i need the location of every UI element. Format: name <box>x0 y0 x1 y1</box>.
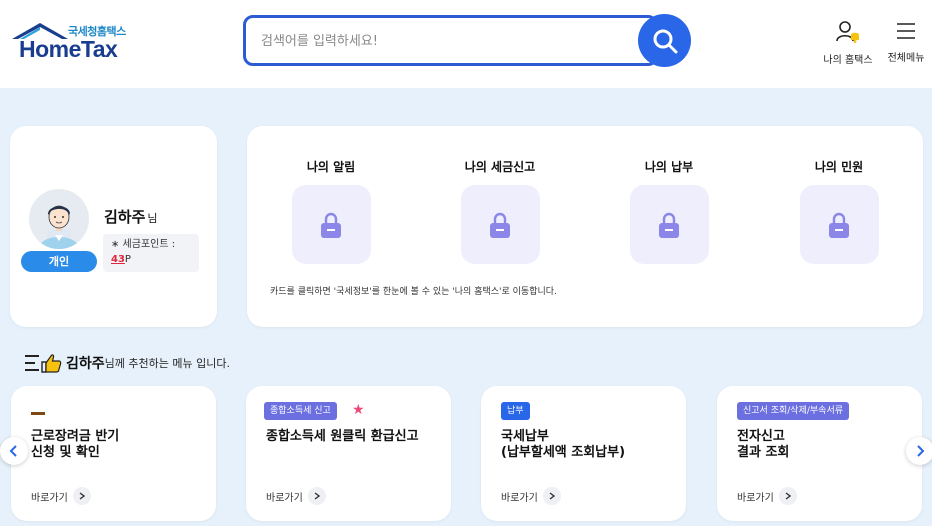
search-button[interactable] <box>638 14 691 67</box>
recommend-card-2[interactable]: 종합소득세 신고 ★ 종합소득세 원클릭 환급신고 바로가기 <box>246 386 451 521</box>
user-avatar-icon <box>39 205 79 249</box>
lock-icon <box>829 212 849 238</box>
recommend-card-tag: 신고서 조회/삭제/부속서류 <box>737 402 850 420</box>
tax-points-value[interactable]: 43 <box>111 254 125 265</box>
search-input[interactable] <box>261 31 631 51</box>
all-menu-button[interactable]: 전체메뉴 <box>884 20 928 64</box>
logo-title: HomeTax <box>19 36 118 62</box>
recommend-title-text: 님께 추천하는 메뉴 입니다. <box>104 357 230 370</box>
my-hometax-button[interactable]: 나의 홈택스 <box>820 20 876 66</box>
tax-points-label: ∗ 세금포인트 : <box>111 239 176 250</box>
recommend-card-4[interactable]: 신고서 조회/삭제/부속서류 전자신고 결과 조회 바로가기 <box>717 386 922 521</box>
thumbs-up-list-icon <box>25 354 62 373</box>
my-tax-filing-title: 나의 세금신고 <box>464 160 536 174</box>
recommend-card-1[interactable]: 근로장려금 반기 신청 및 확인 바로가기 <box>11 386 216 521</box>
my-cards-note: 카드를 클릭하면 '국세정보'를 한눈에 볼 수 있는 '나의 홈택스'로 이동… <box>270 287 557 297</box>
go-button[interactable]: 바로가기 <box>501 487 561 505</box>
chevron-right-icon <box>542 487 561 505</box>
lock-icon <box>321 212 341 238</box>
my-payment-title: 나의 납부 <box>644 160 694 174</box>
go-button[interactable]: 바로가기 <box>31 487 91 505</box>
user-name-suffix: 님 <box>147 212 158 225</box>
user-name-text: 김하주 <box>104 208 146 226</box>
card-accent-bar <box>31 412 45 415</box>
recommend-title: 김하주 님께 추천하는 메뉴 입니다. <box>24 352 230 374</box>
chevron-right-icon <box>917 445 925 457</box>
tax-points: 43P <box>111 252 191 267</box>
my-payment-card[interactable]: 나의 납부 <box>614 158 724 264</box>
tax-points-box: ∗ 세금포인트 : 43P <box>103 234 199 272</box>
header: 국세청홈택스 HomeTax 나의 홈택스 전체메뉴 <box>0 0 932 88</box>
recommend-card-tag: 납부 <box>501 402 530 420</box>
hometax-logo[interactable]: 국세청홈택스 HomeTax <box>10 18 135 62</box>
chevron-right-icon <box>307 487 326 505</box>
my-civil-box <box>799 185 879 264</box>
star-icon: ★ <box>352 402 365 418</box>
go-button[interactable]: 바로가기 <box>737 487 797 505</box>
go-label: 바로가기 <box>737 492 774 504</box>
my-alerts-box <box>291 185 371 264</box>
chevron-right-icon <box>72 487 91 505</box>
go-label: 바로가기 <box>501 492 538 504</box>
recommend-card-text: 국세납부 (납부할세액 조회납부) <box>501 429 626 460</box>
my-civil-title: 나의 민원 <box>814 160 864 174</box>
my-alerts-title: 나의 알림 <box>306 160 356 174</box>
my-tax-filing-card[interactable]: 나의 세금신고 <box>445 158 555 264</box>
carousel-prev-button[interactable] <box>0 437 28 465</box>
recommend-card-tag: 종합소득세 신고 <box>264 402 337 420</box>
search-icon <box>653 29 677 53</box>
my-alerts-card[interactable]: 나의 알림 <box>276 158 386 264</box>
chevron-left-icon <box>9 445 17 457</box>
profile-card: 개인 김하주 님 ∗ 세금포인트 : 43P <box>10 126 217 327</box>
lock-icon <box>490 212 510 238</box>
go-label: 바로가기 <box>266 492 303 504</box>
search-box <box>243 15 658 66</box>
my-civil-card[interactable]: 나의 민원 <box>784 158 894 264</box>
go-button[interactable]: 바로가기 <box>266 487 326 505</box>
user-bell-icon <box>836 21 859 43</box>
all-menu-label: 전체메뉴 <box>887 53 925 64</box>
avatar <box>29 189 89 249</box>
my-tax-filing-box <box>460 185 540 264</box>
carousel-next-button[interactable] <box>906 437 932 465</box>
recommend-card-3[interactable]: 납부 국세납부 (납부할세액 조회납부) 바로가기 <box>481 386 686 521</box>
recommend-card-text: 종합소득세 원클릭 환급신고 <box>266 429 419 444</box>
chevron-right-icon <box>778 487 797 505</box>
my-payment-box <box>629 185 709 264</box>
hamburger-menu-icon <box>897 23 915 39</box>
recommend-card-text: 근로장려금 반기 신청 및 확인 <box>31 429 120 460</box>
user-name: 김하주 님 <box>104 206 158 227</box>
go-label: 바로가기 <box>31 492 68 504</box>
user-type-badge: 개인 <box>21 251 97 272</box>
my-hometax-label: 나의 홈택스 <box>823 55 873 66</box>
recommend-card-text: 전자신고 결과 조회 <box>737 429 790 460</box>
lock-icon <box>659 212 679 238</box>
tax-points-unit: P <box>124 254 131 265</box>
my-hometax-cards: 나의 알림 나의 세금신고 나의 납부 나의 민원 카드를 클릭하면 '국세정보… <box>247 126 923 327</box>
recommend-user-name: 김하주 <box>66 356 105 372</box>
